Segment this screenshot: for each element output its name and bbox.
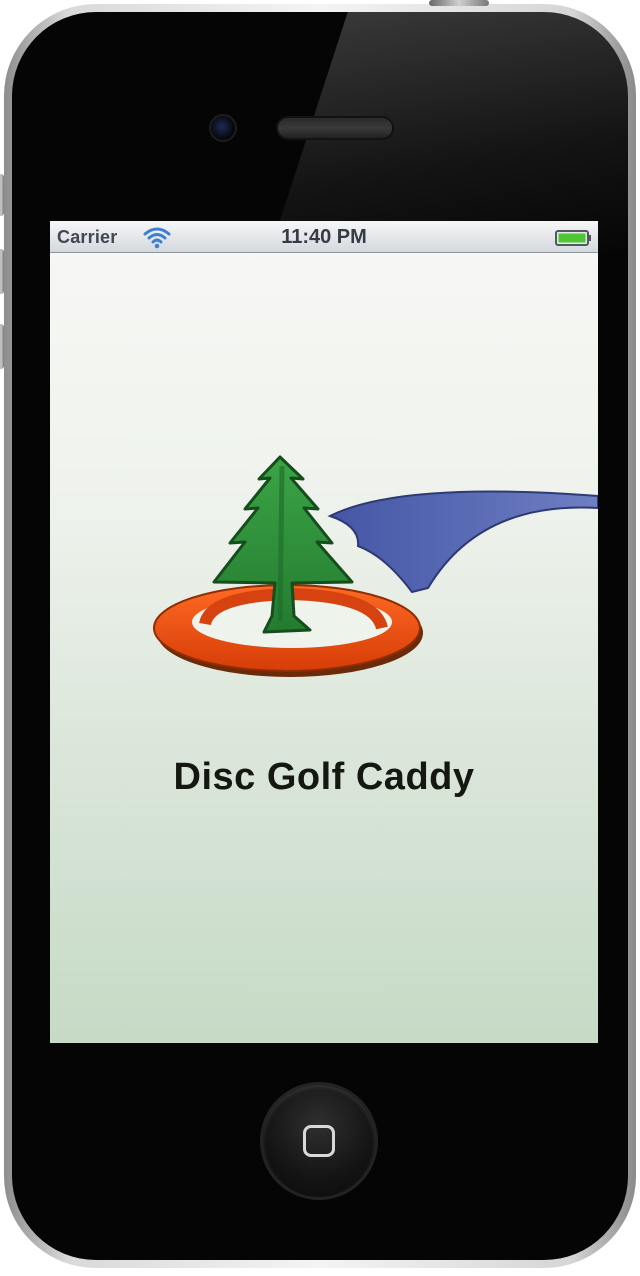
volume-down-button <box>0 324 4 369</box>
volume-up-button <box>0 249 4 294</box>
home-square-icon <box>303 1125 335 1157</box>
disc-golf-tree-logo-icon <box>153 455 598 677</box>
status-bar: Carrier 11:40 PM <box>50 221 598 253</box>
status-time: 11:40 PM <box>281 226 367 248</box>
mute-switch <box>0 174 4 216</box>
front-camera-icon <box>209 114 237 142</box>
battery-icon <box>555 230 591 246</box>
swoosh-shape <box>327 490 598 594</box>
sleep-button <box>429 0 489 6</box>
app-screen: Carrier 11:40 PM Disc Golf Caddy <box>50 221 598 1043</box>
iphone-frame: Carrier 11:40 PM Disc Golf Caddy <box>0 0 636 1268</box>
app-title: Disc Golf Caddy <box>173 756 475 798</box>
home-button-icon[interactable] <box>260 1082 378 1200</box>
earpiece-speaker <box>276 116 394 140</box>
